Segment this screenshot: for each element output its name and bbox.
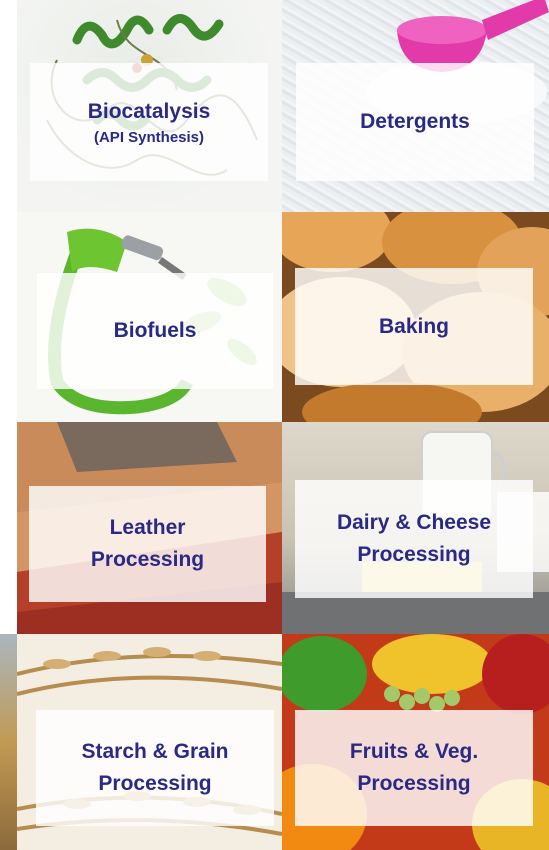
tile-biofuels[interactable]: Biofuels xyxy=(17,212,282,422)
tile-biocatalysis[interactable]: Biocatalysis (API Synthesis) xyxy=(17,0,282,212)
tile-detergents-label: Detergents xyxy=(296,63,534,181)
tile-biocatalysis-label: Biocatalysis (API Synthesis) xyxy=(30,63,268,181)
tile-fruits-veg-processing-title-line2: Processing xyxy=(357,772,471,795)
tile-fruits-veg-processing-title: Fruits & Veg. xyxy=(349,740,479,763)
tile-starch-grain-processing-title: Starch & Grain xyxy=(81,740,229,763)
tile-fruits-veg-processing-label: Fruits & Veg. Processing xyxy=(295,710,533,826)
tile-biofuels-title: Biofuels xyxy=(113,319,197,342)
tile-leather-processing-title: Leather xyxy=(109,516,186,539)
tile-detergents-title: Detergents xyxy=(360,110,470,133)
tile-leather-processing-label: Leather Processing xyxy=(29,486,266,602)
tile-leather-processing[interactable]: Leather Processing xyxy=(17,422,282,634)
edge-image-strip xyxy=(0,634,17,850)
tile-detergents[interactable]: Detergents xyxy=(282,0,549,212)
tile-biocatalysis-title: Biocatalysis xyxy=(87,100,211,123)
tile-dairy-cheese-processing-title: Dairy & Cheese xyxy=(336,511,492,534)
tile-baking-title: Baking xyxy=(378,314,449,338)
tile-starch-grain-processing-title-line2: Processing xyxy=(98,772,212,795)
tile-biofuels-label: Biofuels xyxy=(37,273,273,389)
tile-starch-grain-processing[interactable]: Starch & Grain Processing xyxy=(17,634,282,850)
tile-dairy-cheese-processing-title-line2: Processing xyxy=(357,543,471,566)
tile-dairy-cheese-processing-label: Dairy & Cheese Processing xyxy=(295,480,533,598)
tile-baking-label: Baking xyxy=(295,268,533,385)
tile-baking[interactable]: Baking xyxy=(282,212,549,422)
tile-fruits-veg-processing[interactable]: Fruits & Veg. Processing xyxy=(282,634,549,850)
tile-starch-grain-processing-label: Starch & Grain Processing xyxy=(36,710,274,826)
tile-biocatalysis-subtitle: (API Synthesis) xyxy=(93,129,205,146)
tile-dairy-cheese-processing[interactable]: Dairy & Cheese Processing xyxy=(282,422,549,634)
tile-leather-processing-title-line2: Processing xyxy=(90,548,205,571)
